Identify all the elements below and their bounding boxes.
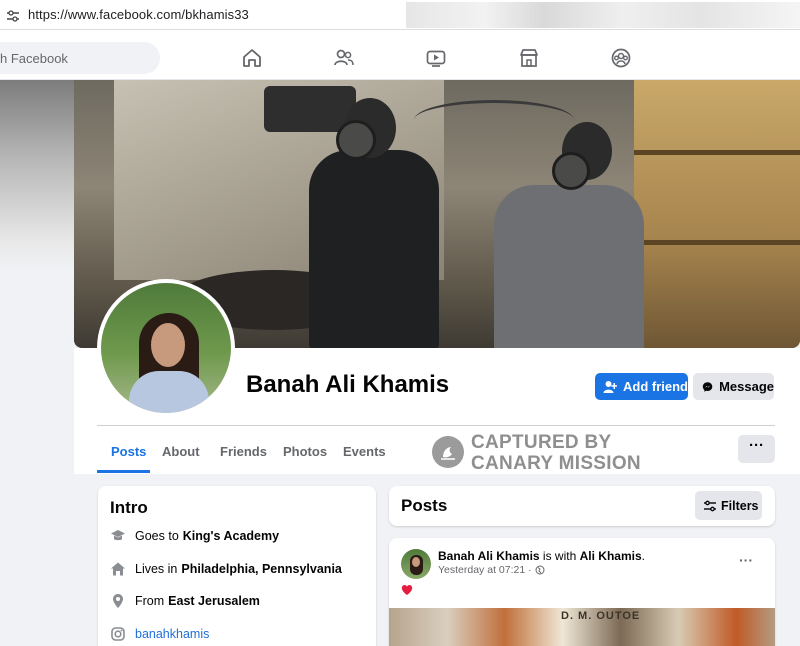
- intro-from[interactable]: From East Jerusalem: [110, 593, 260, 609]
- cover-gasmask-left: [336, 120, 376, 160]
- more-options-button[interactable]: ···: [738, 435, 775, 463]
- friends-icon[interactable]: [333, 47, 355, 69]
- post-author-avatar[interactable]: [401, 549, 431, 579]
- intro-card: Intro Goes to King's Academy Lives in Phil…: [98, 486, 376, 646]
- cover-shelf-line: [634, 240, 800, 245]
- post-options-button[interactable]: ···: [739, 552, 753, 568]
- groups-icon[interactable]: [610, 47, 632, 69]
- canary-logo-icon: [432, 436, 464, 468]
- message-button[interactable]: Message: [693, 373, 774, 400]
- add-friend-label: Add friend: [623, 379, 688, 394]
- background-strip: [0, 80, 74, 270]
- tab-posts[interactable]: Posts: [111, 444, 146, 459]
- post-image-sign-text: D. M. OUTOE: [561, 610, 641, 622]
- post-card: Banah Ali Khamis is with Ali Khamis. Yes…: [389, 538, 775, 646]
- intro-school-value: King's Academy: [182, 529, 280, 543]
- post-time-text: Yesterday at 07:21 ·: [438, 564, 532, 576]
- intro-title: Intro: [110, 498, 148, 517]
- intro-instagram[interactable]: banahkhamis: [110, 626, 209, 642]
- active-tab-indicator: [97, 470, 150, 473]
- globe-icon: [535, 565, 545, 575]
- add-friend-button[interactable]: Add friend: [595, 373, 688, 400]
- watch-icon[interactable]: [425, 47, 447, 69]
- tab-photos[interactable]: Photos: [283, 444, 327, 459]
- tab-friends[interactable]: Friends: [220, 444, 267, 459]
- post-author-link[interactable]: Banah Ali Khamis: [438, 549, 540, 563]
- intro-school[interactable]: Goes to King's Academy: [110, 528, 279, 544]
- cover-person-right: [494, 185, 644, 348]
- post-tagged-suffix: .: [641, 549, 645, 563]
- posts-header-card: Posts Filters: [389, 486, 775, 526]
- post-header-text: Banah Ali Khamis is with Ali Khamis.: [438, 549, 645, 563]
- school-icon: [111, 530, 125, 541]
- post-avatar-face: [412, 557, 420, 567]
- site-settings-icon[interactable]: [6, 9, 20, 22]
- intro-school-prefix: Goes to: [135, 529, 179, 543]
- home-icon[interactable]: [241, 47, 263, 69]
- avatar-face: [151, 323, 185, 367]
- intro-from-value: East Jerusalem: [168, 594, 260, 608]
- watermark-text: CAPTURED BY CANARY MISSION: [471, 432, 641, 474]
- cover-shelf: [634, 80, 800, 348]
- filters-button[interactable]: Filters: [695, 491, 762, 520]
- instagram-link[interactable]: banahkhamis: [135, 627, 209, 641]
- instagram-icon: [111, 627, 125, 641]
- intro-lives-value: Philadelphia, Pennsylvania: [181, 562, 342, 576]
- filters-icon: [704, 500, 716, 511]
- posts-title: Posts: [401, 496, 448, 515]
- messenger-icon: [702, 381, 713, 392]
- profile-avatar[interactable]: [97, 279, 235, 417]
- message-label: Message: [719, 379, 774, 394]
- add-friend-icon: [603, 380, 617, 393]
- filters-label: Filters: [721, 498, 759, 513]
- url-text[interactable]: https://www.facebook.com/bkhamis33: [28, 7, 249, 22]
- search-input[interactable]: h Facebook: [0, 42, 160, 74]
- cover-graffiti: [414, 100, 574, 140]
- facebook-top-nav: h Facebook: [0, 30, 800, 80]
- watermark-line2: CANARY MISSION: [471, 453, 641, 474]
- post-timestamp[interactable]: Yesterday at 07:21 ·: [438, 564, 545, 576]
- post-image[interactable]: D. M. OUTOE: [389, 608, 775, 646]
- intro-lives-prefix: Lives in: [135, 562, 178, 576]
- profile-name: Banah Ali Khamis: [246, 371, 450, 398]
- tab-about[interactable]: About: [162, 444, 200, 459]
- home-icon: [111, 562, 125, 576]
- search-placeholder: h Facebook: [0, 51, 68, 66]
- post-with-text: is with: [542, 549, 577, 563]
- cover-person-left: [309, 150, 439, 348]
- browser-address-bar[interactable]: https://www.facebook.com/bkhamis33: [0, 0, 800, 30]
- heart-icon: [401, 585, 413, 595]
- tab-events[interactable]: Events: [343, 444, 386, 459]
- marketplace-icon[interactable]: [518, 47, 540, 69]
- intro-lives-in[interactable]: Lives in Philadelphia, Pennsylvania: [110, 561, 342, 577]
- redacted-area: [406, 2, 800, 28]
- cover-shelf-line: [634, 150, 800, 155]
- post-tagged-link[interactable]: Ali Khamis: [580, 549, 642, 563]
- location-icon: [113, 594, 123, 608]
- cover-gasmask-right: [552, 152, 590, 190]
- intro-from-prefix: From: [135, 594, 165, 608]
- avatar-shirt: [129, 371, 209, 413]
- watermark-line1: CAPTURED BY: [471, 432, 612, 453]
